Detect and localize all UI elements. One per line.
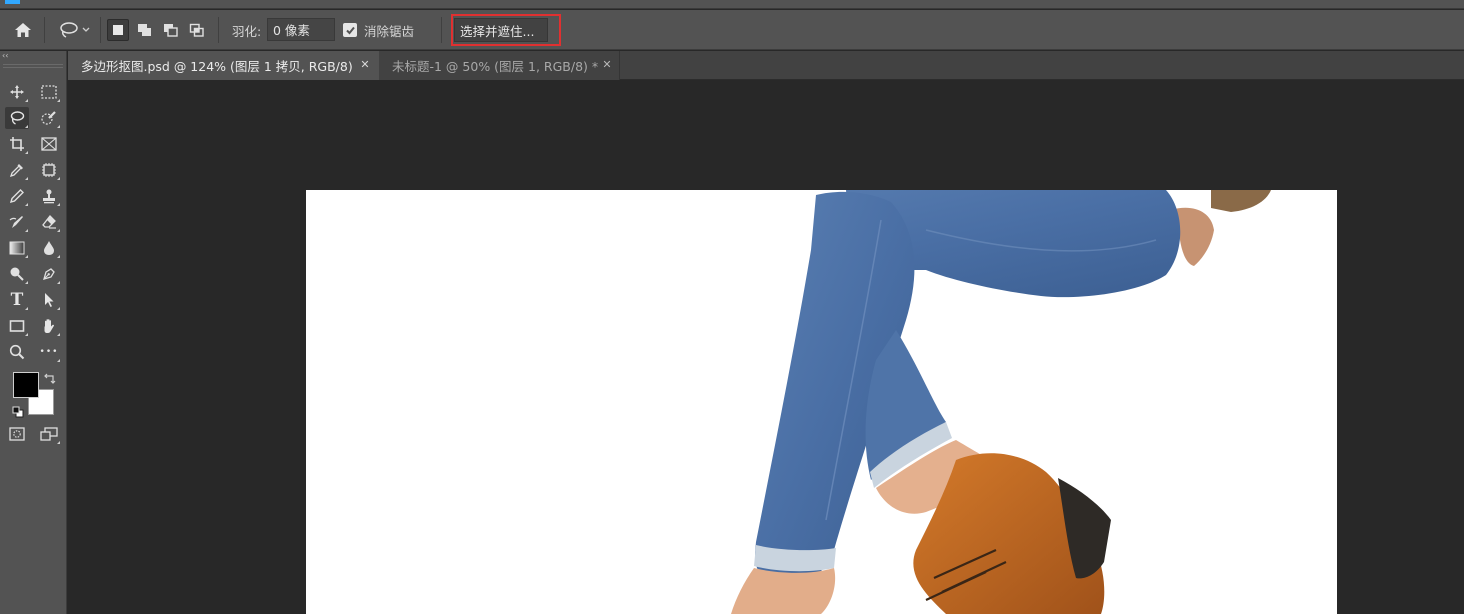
thigh <box>661 190 1181 298</box>
subtract-selection-icon <box>164 24 178 37</box>
ankle-front <box>731 568 836 614</box>
quick-selection-tool[interactable] <box>37 107 61 129</box>
lasso-icon <box>60 22 78 38</box>
brush-tool[interactable] <box>5 185 29 207</box>
rectangular-marquee-tool[interactable] <box>37 81 61 103</box>
zoom-icon <box>9 344 25 360</box>
pen-tool[interactable] <box>37 263 61 285</box>
checkmark-icon <box>345 26 355 34</box>
app-logo <box>5 0 20 4</box>
path-selection-tool[interactable] <box>37 289 61 311</box>
foreground-color-swatch[interactable] <box>13 372 39 398</box>
new-selection-icon <box>113 25 123 35</box>
tool-preset-picker[interactable] <box>54 20 94 40</box>
tab-title: 多边形抠图.psd @ 124% (图层 1 拷贝, RGB/8) <box>81 59 353 74</box>
content-aware-tool[interactable] <box>37 159 61 181</box>
history-brush-icon <box>9 216 23 228</box>
separator <box>100 17 101 43</box>
intersect-selection-icon <box>189 23 204 37</box>
separator <box>441 17 442 43</box>
eraser-tool[interactable] <box>37 211 61 233</box>
fur-coat <box>1211 190 1271 212</box>
menu-bar <box>0 0 1464 9</box>
home-icon <box>15 23 31 37</box>
anti-alias-label: 消除锯齿 <box>364 23 415 39</box>
clone-stamp-tool[interactable] <box>37 185 61 207</box>
quick-mask-icon <box>9 427 25 441</box>
photo-legs-in-jeans <box>661 190 1271 614</box>
more-icon: ••• <box>39 347 59 357</box>
history-brush-tool[interactable] <box>5 211 29 233</box>
document-tab-bar: 多边形抠图.psd @ 124% (图层 1 拷贝, RGB/8) ✕ 未标题-… <box>68 51 1464 80</box>
dodge-icon <box>10 267 24 281</box>
rectangle-icon <box>9 320 25 332</box>
hand-tool[interactable] <box>37 315 61 337</box>
drop-icon <box>44 241 54 255</box>
blur-tool[interactable] <box>37 237 61 259</box>
default-colors-icon[interactable] <box>12 403 24 418</box>
subtract-from-selection-button[interactable] <box>160 19 182 41</box>
close-icon[interactable]: ✕ <box>359 59 371 71</box>
swap-colors-icon[interactable] <box>43 371 57 385</box>
arrow-cursor-icon <box>45 293 54 307</box>
move-tool[interactable] <box>5 81 29 103</box>
lasso-icon <box>10 111 25 125</box>
document-tab[interactable]: 未标题-1 @ 50% (图层 1, RGB/8) * ✕ <box>379 51 620 80</box>
stamp-icon <box>43 189 55 204</box>
frame-tool[interactable] <box>37 133 61 155</box>
eyedropper-icon <box>9 164 23 178</box>
pencil-icon <box>9 189 24 204</box>
options-bar: 羽化: 消除锯齿 选择并遮住... <box>0 10 1464 50</box>
close-icon[interactable]: ✕ <box>601 59 613 71</box>
feather-input[interactable] <box>267 18 335 41</box>
tab-title: 未标题-1 @ 50% (图层 1, RGB/8) * <box>392 59 599 74</box>
add-selection-icon <box>138 24 151 36</box>
eyedropper-tool[interactable] <box>5 159 29 181</box>
crop-icon <box>10 137 24 151</box>
frame-icon <box>41 137 57 151</box>
new-selection-button[interactable] <box>107 19 129 41</box>
document-tab-active[interactable]: 多边形抠图.psd @ 124% (图层 1 拷贝, RGB/8) ✕ <box>68 51 379 80</box>
gradient-tool[interactable] <box>5 237 29 259</box>
anti-alias-checkbox[interactable] <box>343 23 357 37</box>
chevron-down-icon <box>82 27 90 32</box>
quick-selection-icon <box>41 111 56 125</box>
screen-mode-button[interactable] <box>37 423 61 445</box>
gradient-icon <box>9 241 25 255</box>
feather-label: 羽化: <box>232 23 262 39</box>
more-tools[interactable]: ••• <box>37 341 61 363</box>
home-button[interactable] <box>12 20 34 40</box>
move-icon <box>10 85 24 99</box>
content-aware-icon <box>42 163 56 177</box>
intersect-selection-button[interactable] <box>186 19 208 41</box>
crop-tool[interactable] <box>5 133 29 155</box>
eraser-icon <box>42 215 56 229</box>
select-and-mask-button[interactable]: 选择并遮住... <box>454 18 548 42</box>
rectangle-tool[interactable] <box>5 315 29 337</box>
document-canvas[interactable] <box>306 190 1337 614</box>
panel-grip[interactable] <box>3 64 63 68</box>
hand-icon <box>44 319 54 333</box>
collapse-panel-button[interactable]: ‹‹ <box>2 51 16 61</box>
quick-mask-button[interactable] <box>5 423 29 445</box>
add-to-selection-button[interactable] <box>134 19 156 41</box>
dodge-tool[interactable] <box>5 263 29 285</box>
tools-panel: ‹‹ T ••• <box>0 51 67 614</box>
type-icon: T <box>10 290 24 310</box>
marquee-icon <box>41 85 57 99</box>
separator <box>218 17 219 43</box>
pen-icon <box>43 268 55 280</box>
lasso-tool[interactable] <box>5 107 29 129</box>
separator <box>44 17 45 43</box>
zoom-tool[interactable] <box>5 341 29 363</box>
type-tool[interactable]: T <box>5 289 29 311</box>
screen-mode-icon <box>40 427 58 441</box>
